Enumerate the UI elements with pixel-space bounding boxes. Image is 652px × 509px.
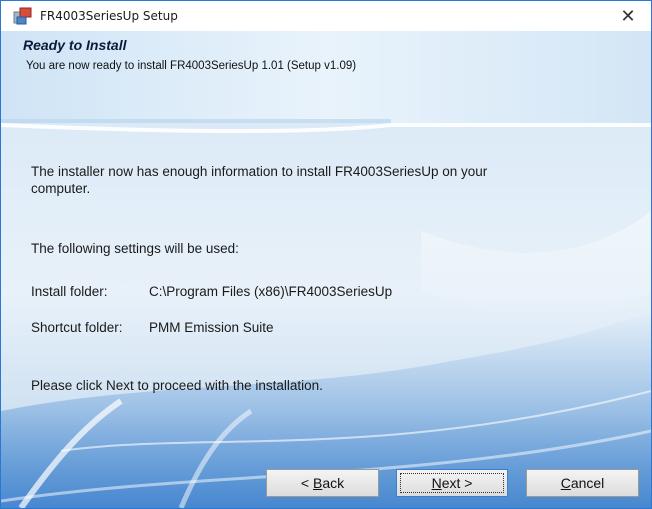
page-subheading: You are now ready to install FR4003Serie… [26, 60, 357, 72]
back-button[interactable]: < Back [266, 469, 379, 497]
cancel-button[interactable]: Cancel [526, 469, 639, 497]
shortcut-folder-value: PMM Emission Suite [149, 320, 274, 335]
cancel-button-label: Cancel [560, 475, 605, 491]
wizard-client-area: Ready to Install You are now ready to in… [1, 31, 651, 508]
intro-text-line1: The installer now has enough information… [31, 164, 488, 179]
header-panel: Ready to Install You are now ready to in… [1, 31, 651, 123]
instruction-text: Please click Next to proceed with the in… [31, 378, 323, 393]
installer-app-icon [13, 6, 33, 26]
window-title: FR4003SeriesUp Setup [40, 9, 178, 23]
shortcut-folder-label: Shortcut folder: [31, 320, 123, 335]
setup-window: FR4003SeriesUp Setup ✕ Ready to Install … [0, 0, 652, 509]
install-folder-value: C:\Program Files (x86)\FR4003SeriesUp [149, 284, 393, 299]
title-bar[interactable]: FR4003SeriesUp Setup ✕ [1, 1, 651, 31]
install-folder-label: Install folder: [31, 284, 108, 299]
next-button[interactable]: Next > [396, 469, 508, 497]
close-button[interactable]: ✕ [605, 1, 651, 31]
page-heading: Ready to Install [23, 37, 127, 53]
back-button-label: < Back [300, 475, 345, 491]
settings-heading: The following settings will be used: [31, 241, 239, 256]
close-icon: ✕ [620, 5, 636, 27]
focus-rectangle [400, 473, 504, 493]
intro-text-line2: computer. [31, 181, 91, 196]
